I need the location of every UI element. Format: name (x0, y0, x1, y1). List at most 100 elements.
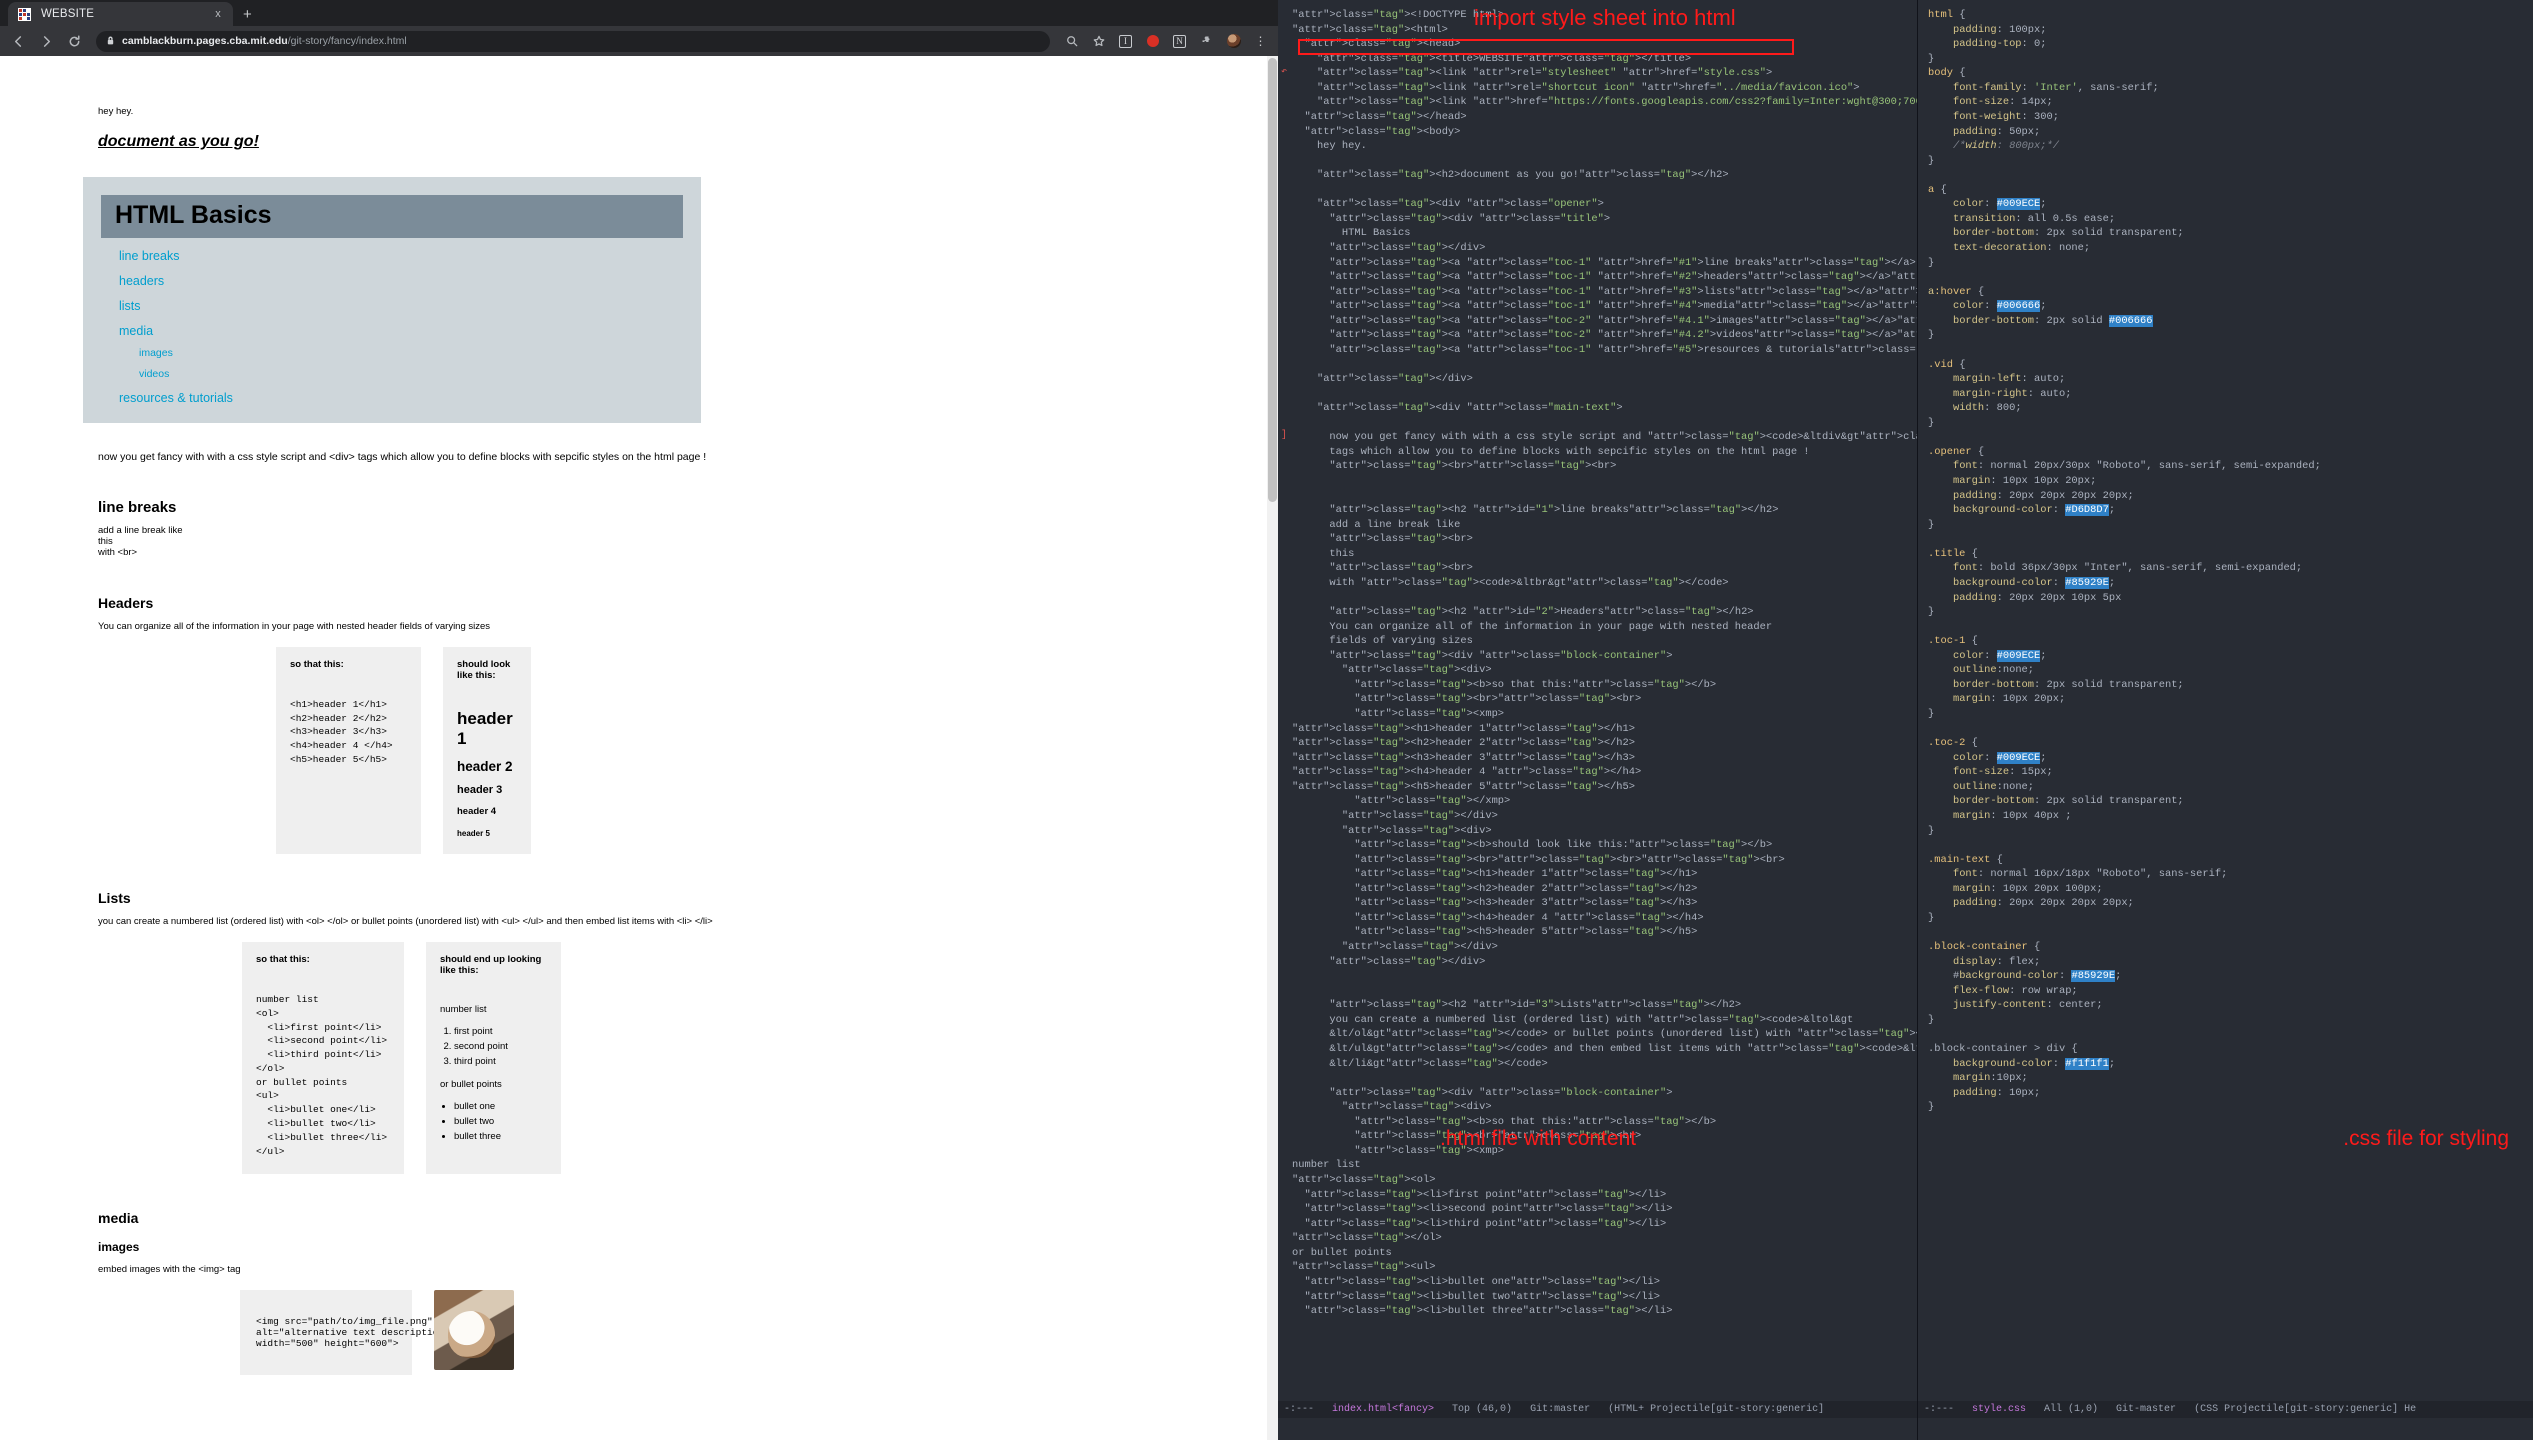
modeline-vc: Git-master (2116, 1404, 2177, 1415)
modeline-major-mode: (CSS Projectile[git-story:generic] He (2194, 1404, 2417, 1415)
lists-unordered: bullet one bullet two bullet three (454, 1100, 547, 1144)
modeline-position: Top (46,0) (1452, 1404, 1513, 1415)
section-heading-headers: Headers (98, 594, 154, 611)
lists-block-container: so that this: number list <ol> <li>first… (242, 942, 1278, 1175)
section-heading-images: images (98, 1240, 140, 1255)
fringe-continuation-marker: ] (1281, 430, 1288, 441)
browser-tab-title: WEBSITE (41, 8, 95, 20)
section-heading-media: media (98, 1210, 139, 1227)
search-icon[interactable] (1062, 32, 1081, 51)
annotation-html-file: .html file with content (1440, 1127, 1637, 1150)
page-title-text: document as you go! (98, 133, 259, 150)
lists-ordered: first point second point third point (454, 1025, 547, 1069)
preview-h1: header 1 (457, 708, 513, 748)
preview-h3: header 3 (457, 783, 503, 796)
html-editor-pane[interactable]: ] ↶ "attr">class="tag"><!DOCTYPE html> "… (1278, 0, 1918, 1440)
modeline-filename: style.css (1972, 1404, 2027, 1415)
list-item: second point (454, 1040, 547, 1055)
page-intro-text: hey hey. (98, 106, 134, 117)
lists-preview-label: should end up looking like this: (440, 954, 542, 977)
notion-extension-icon[interactable]: N (1170, 32, 1189, 51)
modeline-coding: -:--- (1924, 1404, 1955, 1415)
lists-preview-block: should end up looking like this: number … (426, 942, 561, 1175)
notion-glyph: N (1173, 34, 1186, 48)
html-minibuffer[interactable] (1278, 1418, 1917, 1440)
browser-tab[interactable]: WEBSITE x (8, 2, 233, 26)
modeline-coding: -:--- (1284, 1404, 1315, 1415)
annotation-highlight-box (1298, 39, 1794, 55)
dog-photo (434, 1290, 514, 1371)
page-title: document as you go! (98, 133, 1278, 151)
page-viewport: hey hey. document as you go! HTML Basics… (0, 56, 1278, 1440)
url-path: /git-story/fancy/index.html (287, 35, 407, 47)
headers-block-container: so that this: <h1>header 1</h1> <h2>head… (276, 646, 1278, 854)
url-domain: camblackburn.pages.cba.mit.edu (122, 35, 288, 47)
modeline-major-mode: (HTML+ Projectile[git-story:generic] (1608, 1404, 1825, 1415)
toc-link-lists[interactable]: lists (119, 299, 683, 313)
info-badge-glyph: I (1119, 34, 1132, 48)
back-icon[interactable] (8, 31, 28, 51)
lists-code-block: so that this: number list <ol> <li>first… (242, 942, 404, 1175)
toc-link-images[interactable]: images (139, 347, 683, 359)
line-breaks-body: add a line break like this with <br> (98, 525, 1278, 559)
line-breaks-line-2: this (98, 535, 113, 547)
list-item: bullet one (454, 1100, 547, 1115)
toc-link-videos[interactable]: videos (139, 368, 683, 380)
page-scrollbar-thumb[interactable] (1268, 58, 1277, 502)
info-badge-icon[interactable]: I (1116, 32, 1135, 51)
forward-icon[interactable] (36, 31, 56, 51)
media-block-container: <img src="path/to/img_file.png" alt="alt… (240, 1290, 1278, 1376)
css-editor-pane[interactable]: html { padding: 100px; padding-top: 0; }… (1918, 0, 2533, 1440)
profile-avatar[interactable] (1224, 32, 1243, 51)
headers-preview-block: should look like this: header 1 header 2… (443, 646, 531, 854)
headers-preview-label: should look like this: (457, 658, 511, 681)
editor-fringe: ] ↶ (1278, 0, 1290, 1440)
modeline-position: All (1,0) (2044, 1404, 2099, 1415)
line-breaks-line-1: add a line break like (98, 525, 183, 536)
list-item: bullet two (454, 1115, 547, 1130)
preview-h5: header 5 (457, 828, 490, 838)
reload-icon[interactable] (64, 31, 84, 51)
headers-code-sample: <h1>header 1</h1> <h2>header 2</h2> <h3>… (290, 698, 393, 765)
toc-opener-block: HTML Basics line breaks headers lists me… (83, 177, 701, 423)
image-code-block: <img src="path/to/img_file.png" alt="alt… (240, 1290, 450, 1376)
browser-toolbar: camblackburn.pages.cba.mit.edu/git-story… (0, 26, 1278, 56)
line-breaks-line-3: with <br> (98, 546, 138, 558)
main-text-paragraph: now you get fancy with with a css style … (98, 451, 707, 463)
chrome-menu-kebab-icon[interactable]: ⋮ (1251, 32, 1270, 51)
close-tab-icon[interactable]: x (211, 8, 225, 20)
new-tab-button[interactable]: + (243, 6, 252, 23)
css-minibuffer[interactable] (1918, 1418, 2533, 1440)
headers-paragraph: You can organize all of the information … (98, 620, 491, 632)
lists-paragraph: you can create a numbered list (ordered … (98, 915, 713, 927)
page-scrollbar[interactable] (1267, 56, 1278, 1440)
modeline-vc: Git:master (1530, 1404, 1591, 1415)
rendered-webpage: hey hey. document as you go! HTML Basics… (0, 56, 1278, 1376)
annotation-css-file: .css file for styling (2343, 1127, 2509, 1150)
chrome-browser-window: WEBSITE x + camblackburn.pages.cba.mit.e… (0, 0, 1278, 1440)
css-source-code[interactable]: html { padding: 100px; padding-top: 0; }… (1918, 0, 2533, 1115)
toc-link-media[interactable]: media (119, 324, 683, 338)
html-source-code[interactable]: "attr">class="tag"><!DOCTYPE html> "attr… (1278, 0, 1917, 1319)
lists-unordered-label: or bullet points (440, 1079, 502, 1091)
toc-link-resources[interactable]: resources & tutorials (119, 391, 683, 405)
preview-h4: header 4 (457, 805, 497, 817)
toc-title: HTML Basics (101, 195, 683, 238)
toc-link-line-breaks[interactable]: line breaks (119, 249, 683, 263)
lists-code-sample: number list <ol> <li>first point</li> <l… (256, 994, 388, 1157)
extensions-puzzle-icon[interactable] (1197, 32, 1216, 51)
fringe-wrap-marker: ↶ (1281, 67, 1288, 78)
address-bar-url: camblackburn.pages.cba.mit.edu/git-story… (122, 35, 407, 47)
list-item: first point (454, 1025, 547, 1040)
css-modeline: -:--- style.css All (1,0) Git-master (CS… (1918, 1401, 2533, 1418)
website-favicon-icon (18, 7, 31, 21)
bookmark-star-icon[interactable] (1089, 32, 1108, 51)
images-paragraph: embed images with the <img> tag (98, 1264, 241, 1276)
toc-link-headers[interactable]: headers (119, 274, 683, 288)
address-bar[interactable]: camblackburn.pages.cba.mit.edu/git-story… (96, 30, 1050, 52)
html-modeline: -:--- index.html<fancy> Top (46,0) Git:m… (1278, 1401, 1917, 1418)
list-item: bullet three (454, 1130, 547, 1145)
screen: WEBSITE x + camblackburn.pages.cba.mit.e… (0, 0, 2533, 1440)
modeline-filename: index.html<fancy> (1332, 1404, 1435, 1415)
red-circle-icon[interactable] (1143, 32, 1162, 51)
